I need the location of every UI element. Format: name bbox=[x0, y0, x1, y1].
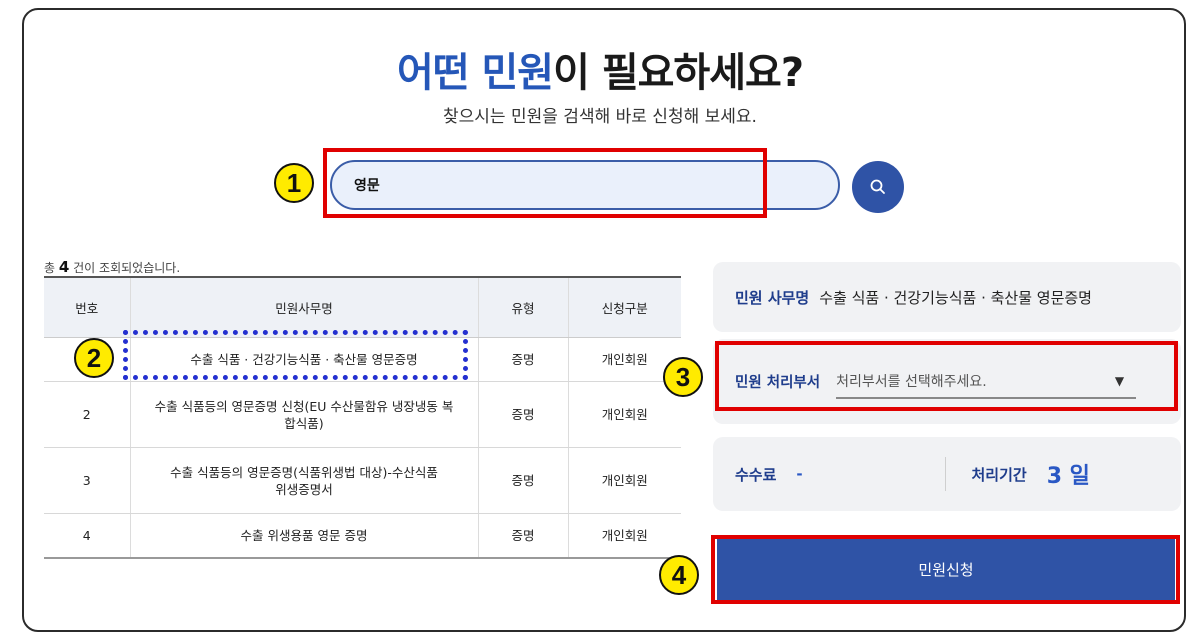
col-header-number: 번호 bbox=[44, 276, 130, 338]
table-row[interactable]: 3 수출 식품등의 영문증명(식품위생법 대상)-수산식품위생증명서 증명 개인… bbox=[44, 447, 681, 514]
page-subtitle: 찾으시는 민원을 검색해 바로 신청해 보세요. bbox=[443, 107, 757, 127]
table-header-row: 번호 민원사무명 유형 신청구분 bbox=[44, 276, 681, 338]
row-name[interactable]: 수출 위생용품 영문 증명 bbox=[129, 513, 478, 559]
table-row[interactable]: 2 수출 식품등의 영문증명 신청(EU 수산물함유 냉장냉동 복합식품) 증명… bbox=[44, 381, 681, 448]
row-number: 4 bbox=[44, 513, 130, 559]
col-header-type: 유형 bbox=[477, 276, 568, 338]
row-applicant: 개인회원 bbox=[567, 513, 681, 559]
search-input-value: 영문 bbox=[354, 178, 380, 194]
table-row[interactable]: 4 수출 위생용품 영문 증명 증명 개인회원 bbox=[44, 513, 681, 559]
department-label: 민원 처리부서 bbox=[735, 375, 821, 391]
fee-period-panel: 수수료 - 처리기간 3 일 bbox=[713, 437, 1181, 511]
row-number: 3 bbox=[44, 447, 130, 514]
row-type: 증명 bbox=[477, 513, 568, 559]
page-title: 어떤 민원이 필요하세요? bbox=[0, 40, 1200, 98]
period-value: 3 일 bbox=[1046, 464, 1090, 489]
period-label: 처리기간 bbox=[971, 465, 1027, 484]
step-badge-2: 2 bbox=[74, 338, 114, 378]
step-badge-3: 3 bbox=[663, 357, 703, 397]
row-applicant: 개인회원 bbox=[567, 381, 681, 448]
result-count: 총 4 건이 조회되었습니다. bbox=[44, 258, 180, 276]
apply-button[interactable]: 민원신청 bbox=[717, 538, 1175, 601]
row-name[interactable]: 수출 식품등의 영문증명(식품위생법 대상)-수산식품위생증명서 bbox=[129, 447, 478, 514]
row-name[interactable]: 수출 식품등의 영문증명 신청(EU 수산물함유 냉장냉동 복합식품) bbox=[129, 381, 478, 448]
department-placeholder: 처리부서를 선택해주세요. bbox=[836, 373, 987, 390]
fee-value: - bbox=[796, 465, 803, 483]
fee-section: 수수료 - bbox=[713, 464, 945, 485]
result-count-prefix: 총 bbox=[44, 261, 56, 275]
result-count-number: 4 bbox=[58, 258, 70, 276]
row-name[interactable]: 수출 식품 · 건강기능식품 · 축산물 영문증명 bbox=[129, 337, 478, 382]
result-count-suffix: 건이 조회되었습니다. bbox=[73, 261, 181, 275]
step-badge-1: 1 bbox=[274, 163, 314, 203]
title-rest: 이 필요하세요? bbox=[553, 50, 804, 96]
col-header-name: 민원사무명 bbox=[129, 276, 478, 338]
service-name-panel: 민원 사무명 수출 식품 · 건강기능식품 · 축산물 영문증명 bbox=[713, 262, 1181, 332]
title-accent-2: 민원 bbox=[481, 50, 555, 96]
row-type: 증명 bbox=[477, 381, 568, 448]
row-applicant: 개인회원 bbox=[567, 447, 681, 514]
search-input[interactable]: 영문 bbox=[330, 160, 840, 210]
search-button[interactable] bbox=[852, 161, 904, 213]
row-type: 증명 bbox=[477, 337, 568, 382]
fee-label: 수수료 bbox=[735, 465, 777, 484]
title-space bbox=[469, 50, 482, 96]
department-panel: 민원 처리부서 처리부서를 선택해주세요. ▼ bbox=[713, 339, 1181, 424]
col-header-applicant: 신청구분 bbox=[567, 276, 681, 338]
title-accent-1: 어떤 bbox=[396, 50, 470, 96]
row-number: 2 bbox=[44, 381, 130, 448]
service-name-value: 수출 식품 · 건강기능식품 · 축산물 영문증명 bbox=[819, 288, 1092, 307]
row-type: 증명 bbox=[477, 447, 568, 514]
results-table: 번호 민원사무명 유형 신청구분 수출 식품 · 건강기능식품 · 축산물 영문… bbox=[44, 276, 681, 559]
dropdown-arrow-icon: ▼ bbox=[1114, 373, 1125, 388]
department-select[interactable]: 처리부서를 선택해주세요. ▼ bbox=[836, 365, 1137, 399]
service-name-label: 민원 사무명 bbox=[735, 288, 810, 307]
search-icon bbox=[870, 179, 885, 194]
table-row[interactable]: 수출 식품 · 건강기능식품 · 축산물 영문증명 증명 개인회원 bbox=[44, 337, 681, 382]
step-badge-4: 4 bbox=[659, 555, 699, 595]
period-section: 처리기간 3 일 bbox=[944, 457, 1182, 491]
